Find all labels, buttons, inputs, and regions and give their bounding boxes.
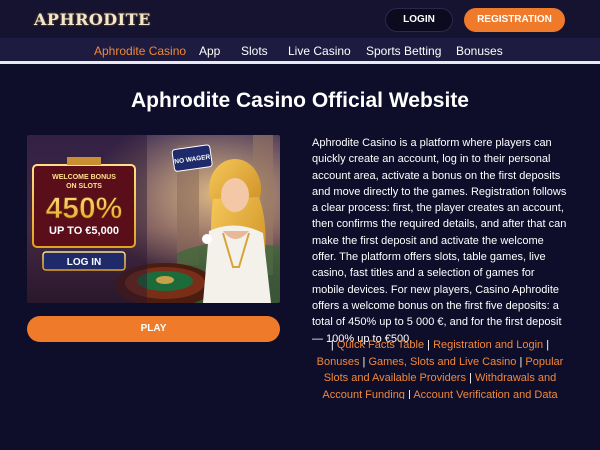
bonus-amount: UP TO €5,000 xyxy=(49,225,119,237)
main-content: Aphrodite Casino Official Website WELCOM… xyxy=(0,67,600,450)
bonus-percent: 450% xyxy=(46,192,123,225)
intro-paragraph: Aphrodite Casino is a platform where pla… xyxy=(312,137,567,345)
nav-item-bonuses[interactable]: Bonuses xyxy=(456,44,503,58)
nav-item-aphrodite-casino[interactable]: Aphrodite Casino xyxy=(94,44,186,58)
bonus-line-1: WELCOME BONUS xyxy=(52,174,116,181)
toc-link-bonuses[interactable]: Bonuses xyxy=(317,356,360,368)
nav-item-slots[interactable]: Slots xyxy=(241,44,268,58)
toc-link-games[interactable]: Games, Slots and Live Casino xyxy=(368,356,516,368)
toc-link-verification[interactable]: Account Verification and Data Security xyxy=(413,389,557,400)
page-title: Aphrodite Casino Official Website xyxy=(131,89,469,112)
top-bar: APHRODITE LOGIN REGISTRATION xyxy=(0,0,600,38)
toc-link-registration[interactable]: Registration and Login xyxy=(433,339,543,351)
play-button[interactable]: PLAY xyxy=(27,316,280,342)
promo-banner[interactable]: WELCOME BONUS ON SLOTS 450% UP TO €5,000… xyxy=(27,135,280,303)
registration-button[interactable]: REGISTRATION xyxy=(464,8,565,32)
toc-link-quick-facts[interactable]: Quick Facts Table xyxy=(337,339,424,351)
banner-artwork: WELCOME BONUS ON SLOTS 450% UP TO €5,000… xyxy=(27,135,280,303)
bonus-line-2: ON SLOTS xyxy=(66,183,102,190)
nav-item-sports-betting[interactable]: Sports Betting xyxy=(366,44,441,58)
table-of-contents: | Quick Facts Table | Registration and L… xyxy=(312,337,568,399)
main-nav: Aphrodite Casino App Slots Live Casino S… xyxy=(0,38,600,64)
nav-item-app[interactable]: App xyxy=(199,44,220,58)
site-logo[interactable]: APHRODITE xyxy=(34,10,151,29)
banner-login-label: LOG IN xyxy=(67,257,101,268)
login-button[interactable]: LOGIN xyxy=(385,8,453,32)
nav-item-live-casino[interactable]: Live Casino xyxy=(288,44,351,58)
